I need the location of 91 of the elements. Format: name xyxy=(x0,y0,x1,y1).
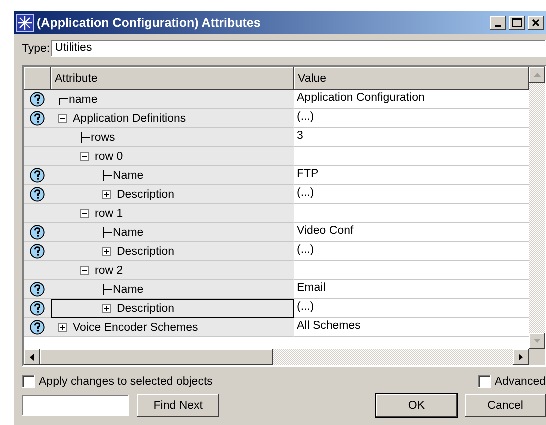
collapse-icon[interactable] xyxy=(80,209,89,218)
help-icon[interactable] xyxy=(30,320,45,334)
help-icon[interactable] xyxy=(30,92,45,106)
column-header[interactable]: Value xyxy=(294,67,529,90)
attribute-name: Name xyxy=(113,284,144,296)
attribute-name: Description xyxy=(117,246,175,258)
value-cell[interactable]: Video Conf xyxy=(294,223,529,242)
expand-icon[interactable] xyxy=(102,190,111,199)
close-icon xyxy=(532,18,540,26)
window-title: (Application Configuration) Attributes xyxy=(37,16,262,30)
value-cell[interactable]: (...) xyxy=(294,109,529,128)
attribute-name: Voice Encoder Schemes xyxy=(73,322,198,334)
attribute-name: row 2 xyxy=(95,264,124,276)
collapse-icon[interactable] xyxy=(80,152,89,161)
help-icon[interactable] xyxy=(30,282,45,296)
attribute-cell[interactable]: Voice Encoder Schemes xyxy=(51,318,294,337)
checkbox-label: Apply changes to selected objects xyxy=(39,376,213,388)
type-label: Type: xyxy=(22,42,50,54)
expand-icon[interactable] xyxy=(58,323,67,332)
minimize-button[interactable] xyxy=(490,16,506,30)
attribute-name: Description xyxy=(117,188,175,200)
left-arrow-icon xyxy=(30,354,34,360)
attribute-name: name xyxy=(69,94,98,106)
value-cell[interactable]: Email xyxy=(294,280,529,299)
tree-line-icon xyxy=(102,227,112,238)
horizontal-scrollbar[interactable] xyxy=(24,349,545,365)
tree-line-icon xyxy=(80,132,90,143)
attribute-cell[interactable]: Description xyxy=(51,242,294,261)
collapse-icon[interactable] xyxy=(58,114,67,123)
attribute-cell[interactable]: row 0 xyxy=(51,147,294,166)
attribute-cell[interactable]: Description xyxy=(51,185,294,204)
attribute-cell[interactable]: Description xyxy=(51,299,294,318)
maximize-icon xyxy=(512,18,522,27)
checkbox-option[interactable]: Advanced xyxy=(478,375,546,388)
attribute-name: row 1 xyxy=(95,208,124,220)
right-arrow-icon xyxy=(519,354,523,360)
checkbox[interactable] xyxy=(478,375,491,388)
cancel-button[interactable]: Cancel xyxy=(465,394,546,417)
scroll-up-button[interactable] xyxy=(529,67,545,83)
attribute-name: Name xyxy=(113,170,144,182)
maximize-button[interactable] xyxy=(509,16,525,30)
find-field[interactable] xyxy=(22,395,130,416)
attribute-cell[interactable]: Application Definitions xyxy=(51,109,294,128)
attribute-cell[interactable]: Name xyxy=(51,280,294,299)
attribute-cell[interactable]: name xyxy=(51,90,294,109)
help-icon[interactable] xyxy=(30,300,45,316)
help-icon[interactable] xyxy=(30,224,45,240)
type-field[interactable]: Utilities xyxy=(51,40,546,57)
minimize-icon xyxy=(495,24,501,26)
attribute-name: Name xyxy=(113,226,144,238)
column-header[interactable]: Attribute xyxy=(51,67,294,90)
scroll-right-button[interactable] xyxy=(513,349,529,365)
attribute-name: Application Definitions xyxy=(73,112,186,124)
help-icon[interactable] xyxy=(30,110,45,126)
attribute-name: row 0 xyxy=(95,150,124,162)
attribute-name: Description xyxy=(117,302,175,314)
scroll-down-button[interactable] xyxy=(529,333,545,349)
help-icon[interactable] xyxy=(30,244,45,258)
scroll-left-button[interactable] xyxy=(24,349,40,365)
help-icon[interactable] xyxy=(30,168,45,182)
tree-line-icon xyxy=(102,284,112,295)
checkbox-label: Advanced xyxy=(494,376,546,388)
expand-icon[interactable] xyxy=(102,247,111,256)
attribute-name: rows xyxy=(91,132,116,144)
checkbox-option[interactable]: Apply changes to selected objects xyxy=(22,375,213,388)
scroll-thumb[interactable] xyxy=(40,349,273,365)
find-next-button[interactable]: Find Next xyxy=(137,394,220,417)
value-cell[interactable]: 3 xyxy=(294,128,529,147)
checkbox[interactable] xyxy=(22,375,35,388)
star-icon xyxy=(16,14,34,32)
attribute-cell[interactable]: row 2 xyxy=(51,261,294,280)
value-cell[interactable]: FTP xyxy=(294,166,529,185)
help-icon[interactable] xyxy=(30,186,45,202)
attribute-cell[interactable]: Name xyxy=(51,166,294,185)
value-cell[interactable]: All Schemes xyxy=(294,318,529,337)
scrollbar-corner xyxy=(529,349,545,365)
ok-button[interactable]: OK xyxy=(376,394,458,417)
value-cell[interactable]: Application Configuration xyxy=(294,90,529,109)
tree-line-icon xyxy=(102,170,112,181)
expand-icon[interactable] xyxy=(102,304,111,313)
value-cell[interactable]: (...) xyxy=(294,242,529,261)
value-cell[interactable]: (...) xyxy=(294,185,529,204)
attribute-cell[interactable]: Name xyxy=(51,223,294,242)
down-arrow-icon xyxy=(534,339,540,343)
attribute-cell[interactable]: row 1 xyxy=(51,204,294,223)
up-arrow-icon xyxy=(534,73,540,77)
close-button[interactable] xyxy=(528,16,544,30)
collapse-icon[interactable] xyxy=(80,266,89,275)
vertical-scrollbar[interactable] xyxy=(529,67,545,349)
attribute-cell[interactable]: rows xyxy=(51,128,294,147)
value-cell[interactable]: (...) xyxy=(294,299,529,318)
